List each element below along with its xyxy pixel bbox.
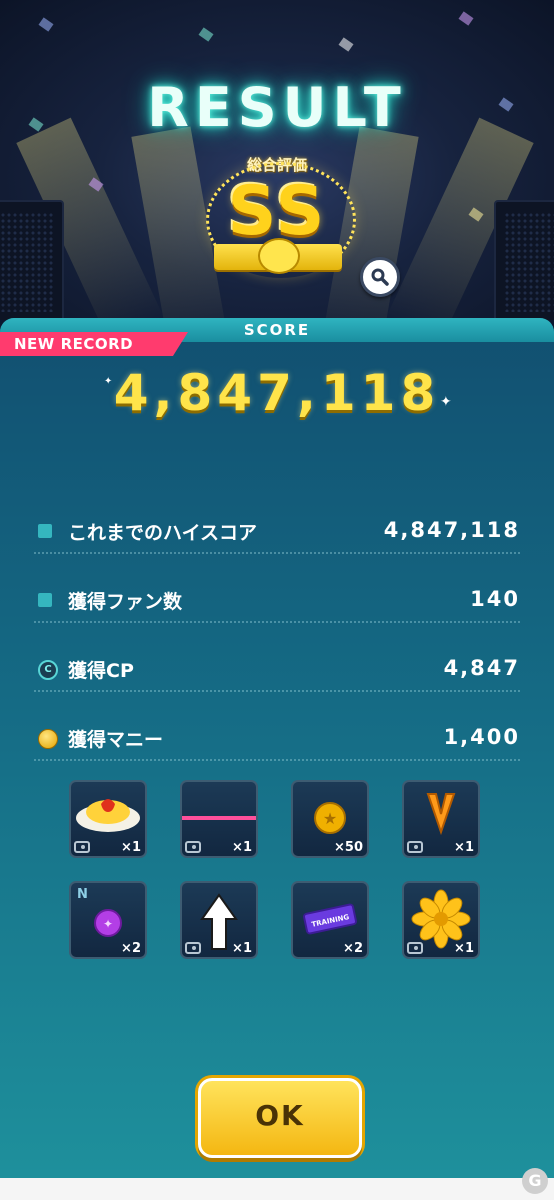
reward-qty: ×1 bbox=[454, 840, 474, 855]
sparkle-icon: ✦ bbox=[440, 394, 452, 410]
grade-label: N bbox=[77, 887, 88, 902]
result-panel: SCORE NEW RECORD 4,847,118 ✦ ✦ これまでのハイスコ… bbox=[0, 318, 554, 1178]
stat-row-high-score: これまでのハイスコア 4,847,118 bbox=[34, 512, 520, 554]
confetti bbox=[38, 17, 54, 32]
confetti bbox=[198, 27, 214, 42]
stat-row-cp: C 獲得CP 4,847 bbox=[34, 650, 520, 692]
tag-icon bbox=[407, 942, 423, 954]
square-bullet-icon bbox=[38, 524, 52, 538]
score-value: 4,847,118 bbox=[113, 364, 441, 422]
stat-row-fans: 獲得ファン数 140 bbox=[34, 581, 520, 623]
confetti bbox=[458, 11, 474, 26]
magnifier-button[interactable] bbox=[360, 257, 400, 297]
reward-item[interactable]: ×1 bbox=[180, 881, 258, 959]
cp-coin-icon: C bbox=[38, 660, 58, 680]
tag-icon bbox=[74, 841, 90, 853]
ok-button[interactable]: OK bbox=[198, 1078, 362, 1158]
stat-label: これまでのハイスコア bbox=[68, 522, 258, 544]
v-letter-icon bbox=[426, 793, 456, 836]
stat-value: 140 bbox=[470, 587, 520, 611]
omurice-icon bbox=[76, 799, 140, 832]
money-coin-icon bbox=[38, 729, 58, 749]
stat-value: 4,847,118 bbox=[383, 518, 520, 542]
new-record-label: NEW RECORD bbox=[14, 335, 134, 353]
stat-row-money: 獲得マニー 1,400 bbox=[34, 719, 520, 761]
reward-qty: ×2 bbox=[343, 941, 363, 956]
sparkle-icon: ✦ bbox=[104, 376, 113, 387]
svg-text:✦: ✦ bbox=[103, 917, 113, 931]
reward-item[interactable]: ×1 bbox=[402, 780, 480, 858]
stat-value: 1,400 bbox=[443, 725, 520, 749]
gold-coin-icon: ★ bbox=[314, 802, 346, 834]
reward-item[interactable]: ×1 bbox=[402, 881, 480, 959]
reward-qty: ×1 bbox=[232, 941, 252, 956]
watermark-logo: G bbox=[522, 1168, 548, 1194]
reward-qty: ×1 bbox=[454, 941, 474, 956]
reward-item[interactable]: ★ ×50 bbox=[291, 780, 369, 858]
reward-item[interactable]: TRAINING ×2 bbox=[291, 881, 369, 959]
magnifier-icon bbox=[371, 268, 389, 286]
reward-item[interactable]: ×1 bbox=[180, 780, 258, 858]
new-record-badge: NEW RECORD bbox=[0, 332, 188, 356]
reward-qty: ×1 bbox=[121, 840, 141, 855]
result-title: RESULT bbox=[147, 76, 407, 139]
tag-icon bbox=[407, 841, 423, 853]
pink-line-item-icon bbox=[182, 816, 256, 820]
tag-icon bbox=[185, 942, 201, 954]
bottom-strip bbox=[0, 1178, 554, 1200]
confetti bbox=[338, 37, 354, 52]
rank-grade: SS bbox=[227, 172, 327, 251]
svg-text:★: ★ bbox=[323, 809, 337, 828]
stat-value: 4,847 bbox=[443, 656, 520, 680]
result-stage: RESULT 総合評価 SS bbox=[0, 0, 554, 320]
stat-label: 獲得マニー bbox=[68, 729, 164, 751]
tag-icon bbox=[185, 841, 201, 853]
reward-item[interactable]: N ✦ ×2 bbox=[69, 881, 147, 959]
training-ticket-icon: TRAINING bbox=[303, 903, 357, 935]
square-bullet-icon bbox=[38, 593, 52, 607]
stat-label: 獲得CP bbox=[68, 660, 134, 682]
stat-label: 獲得ファン数 bbox=[68, 591, 183, 613]
reward-qty: ×50 bbox=[334, 840, 363, 855]
reward-qty: ×2 bbox=[121, 941, 141, 956]
reward-qty: ×1 bbox=[232, 840, 252, 855]
reward-item[interactable]: ×1 bbox=[69, 780, 147, 858]
ok-button-label: OK bbox=[255, 1099, 305, 1132]
